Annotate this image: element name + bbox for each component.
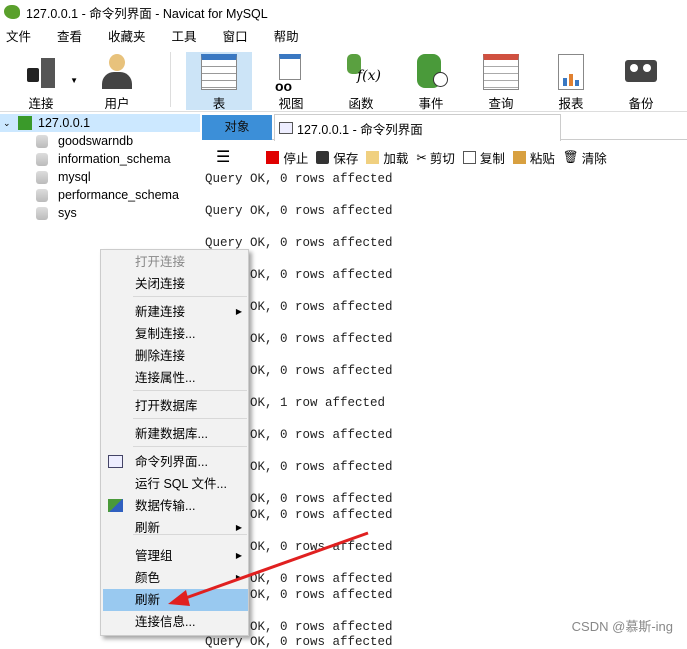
watermark: CSDN @慕斯-ing	[571, 619, 673, 634]
annotation-arrow	[168, 531, 369, 606]
